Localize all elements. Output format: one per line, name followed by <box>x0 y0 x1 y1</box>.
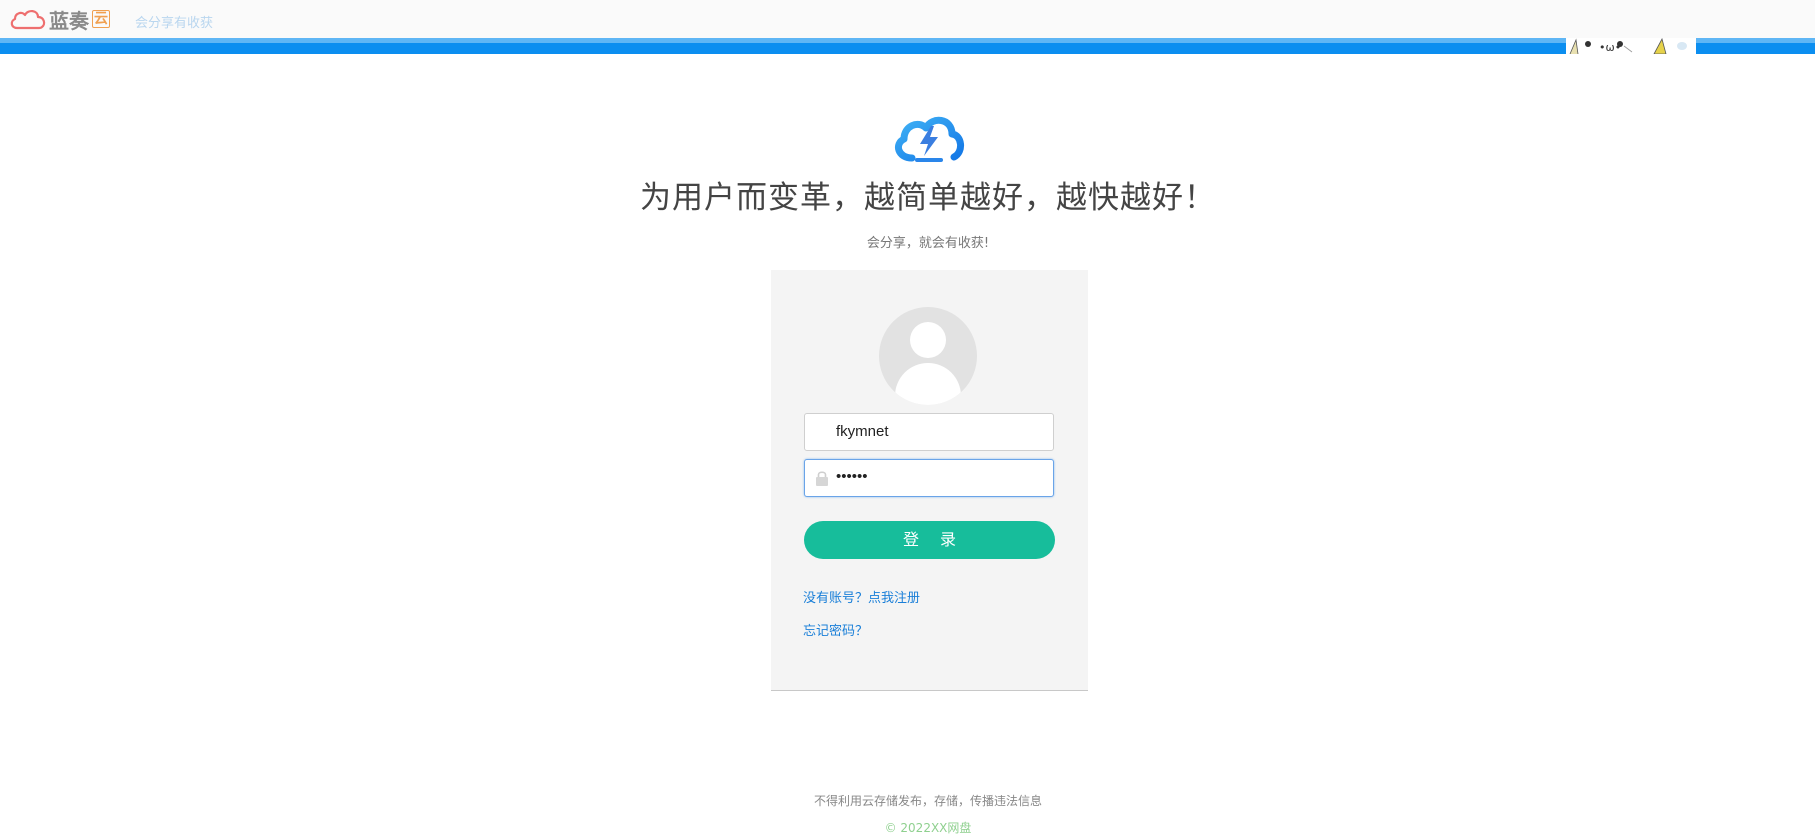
brand-badge: 云 <box>92 10 110 28</box>
mascot-face-text: •ω• <box>1599 41 1621 54</box>
mascot-face-icon: •ω• <box>1566 38 1696 54</box>
user-avatar-icon <box>879 307 977 405</box>
password-field[interactable]: •••••• <box>804 459 1054 497</box>
cloud-lightning-icon <box>894 116 964 162</box>
login-panel: fkymnet •••••• 登 录 没有账号？点我注册 忘记密码？ <box>771 270 1088 691</box>
cloud-logo-icon <box>10 10 46 30</box>
header-blue-bar <box>0 43 1815 54</box>
brand-name: 蓝奏 <box>49 8 89 33</box>
lock-icon <box>816 471 828 486</box>
username-value: fkymnet <box>836 423 889 440</box>
register-link[interactable]: 没有账号？点我注册 <box>803 587 920 606</box>
top-header: 蓝奏 云 会分享有收获 <box>0 0 1815 38</box>
forgot-password-link[interactable]: 忘记密码？ <box>803 620 868 639</box>
header-slogan: 会分享有收获 <box>135 16 214 31</box>
footer-notice: 不得利用云存储发布，存储，传播违法信息 <box>813 794 1042 808</box>
footer-copyright: © 2022XX网盘 <box>884 821 972 835</box>
password-value: •••••• <box>836 468 868 485</box>
page-subline: 会分享，就会有收获! <box>866 236 990 251</box>
login-button[interactable]: 登 录 <box>804 521 1055 559</box>
username-field[interactable]: fkymnet <box>804 413 1054 451</box>
page-headline: 为用户而变革，越简单越好，越快越好！ <box>640 180 1216 216</box>
site-logo[interactable]: 蓝奏 云 <box>8 5 110 33</box>
